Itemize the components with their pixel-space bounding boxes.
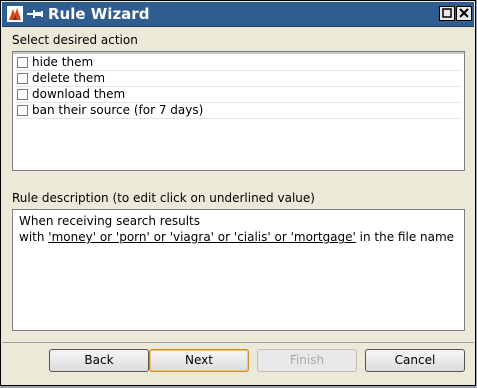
close-icon bbox=[459, 8, 469, 18]
rule-description-box: When receiving search results with 'mone… bbox=[12, 209, 465, 331]
description-suffix: in the file name bbox=[355, 230, 455, 244]
next-button[interactable]: Next bbox=[149, 349, 249, 372]
description-heading: Rule description (to edit click on under… bbox=[12, 191, 315, 205]
description-line-1: When receiving search results bbox=[19, 214, 200, 228]
title-bar[interactable]: Rule Wizard bbox=[2, 2, 474, 27]
action-row-ban[interactable]: ban their source (for 7 days) bbox=[15, 103, 461, 119]
rule-wizard-window: Rule Wizard Select desired action hide t… bbox=[0, 0, 476, 386]
actions-heading: Select desired action bbox=[12, 33, 138, 47]
action-label-hide: hide them bbox=[32, 55, 94, 69]
description-prefix: with bbox=[19, 230, 49, 244]
action-label-delete: delete them bbox=[32, 71, 106, 85]
actions-list: hide them delete them download them ban … bbox=[12, 51, 465, 171]
action-row-hide[interactable]: hide them bbox=[15, 55, 461, 71]
filename-keywords-link[interactable]: 'money' or 'porn' or 'viagra' or 'cialis… bbox=[48, 230, 356, 244]
back-button[interactable]: Back bbox=[49, 349, 149, 372]
action-checkbox-delete[interactable] bbox=[17, 73, 28, 84]
finish-button[interactable]: Finish bbox=[257, 349, 357, 372]
close-button[interactable] bbox=[456, 6, 472, 21]
action-label-ban: ban their source (for 7 days) bbox=[32, 103, 204, 117]
list-header-strip bbox=[13, 52, 464, 54]
description-line-2: with 'money' or 'porn' or 'viagra' or 'c… bbox=[19, 230, 454, 245]
action-label-download: download them bbox=[32, 87, 126, 101]
action-row-delete[interactable]: delete them bbox=[15, 71, 461, 87]
action-checkbox-ban[interactable] bbox=[17, 105, 28, 116]
maximize-button[interactable] bbox=[439, 6, 455, 21]
maximize-icon bbox=[442, 8, 452, 18]
cancel-button[interactable]: Cancel bbox=[365, 349, 465, 372]
action-checkbox-hide[interactable] bbox=[17, 57, 28, 68]
action-row-download[interactable]: download them bbox=[15, 87, 461, 103]
button-bar-divider bbox=[2, 342, 474, 343]
action-checkbox-download[interactable] bbox=[17, 89, 28, 100]
app-logo-icon bbox=[7, 6, 23, 22]
pin-icon[interactable] bbox=[27, 8, 43, 20]
window-title: Rule Wizard bbox=[48, 5, 150, 23]
